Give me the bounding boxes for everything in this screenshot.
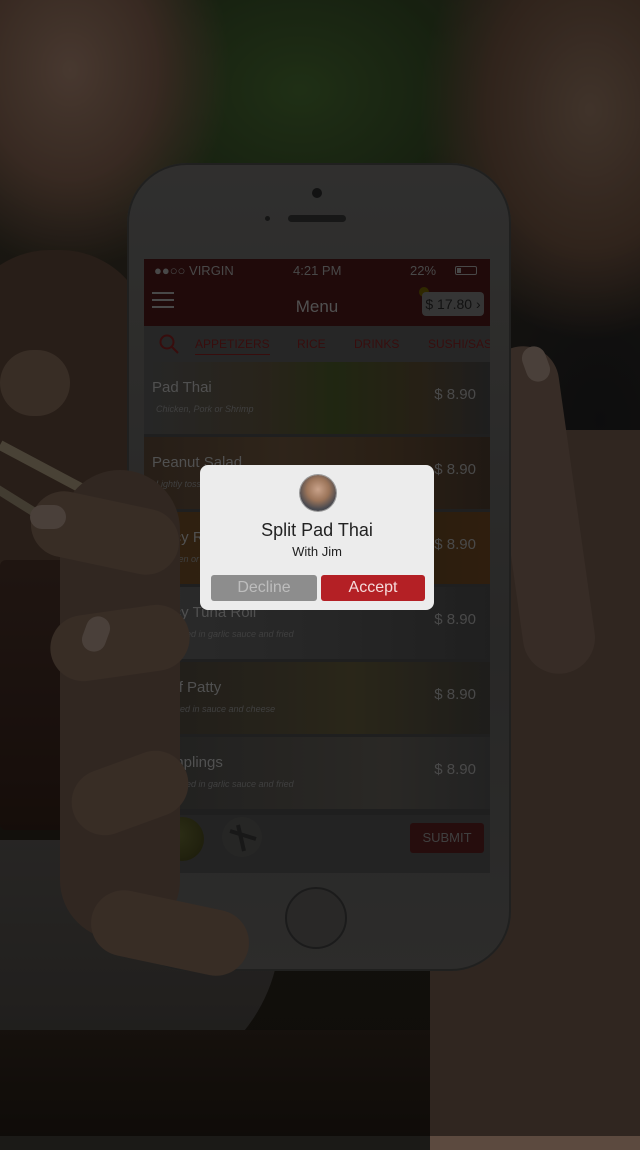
dialog-title: Split Pad Thai	[261, 520, 373, 540]
split-request-dialog: Split Pad Thai With Jim Decline Accept	[200, 465, 434, 610]
accept-button[interactable]: Accept	[321, 575, 425, 601]
dialog-subtitle: With Jim	[292, 544, 342, 559]
avatar	[300, 475, 336, 511]
decline-button[interactable]: Decline	[211, 575, 317, 601]
